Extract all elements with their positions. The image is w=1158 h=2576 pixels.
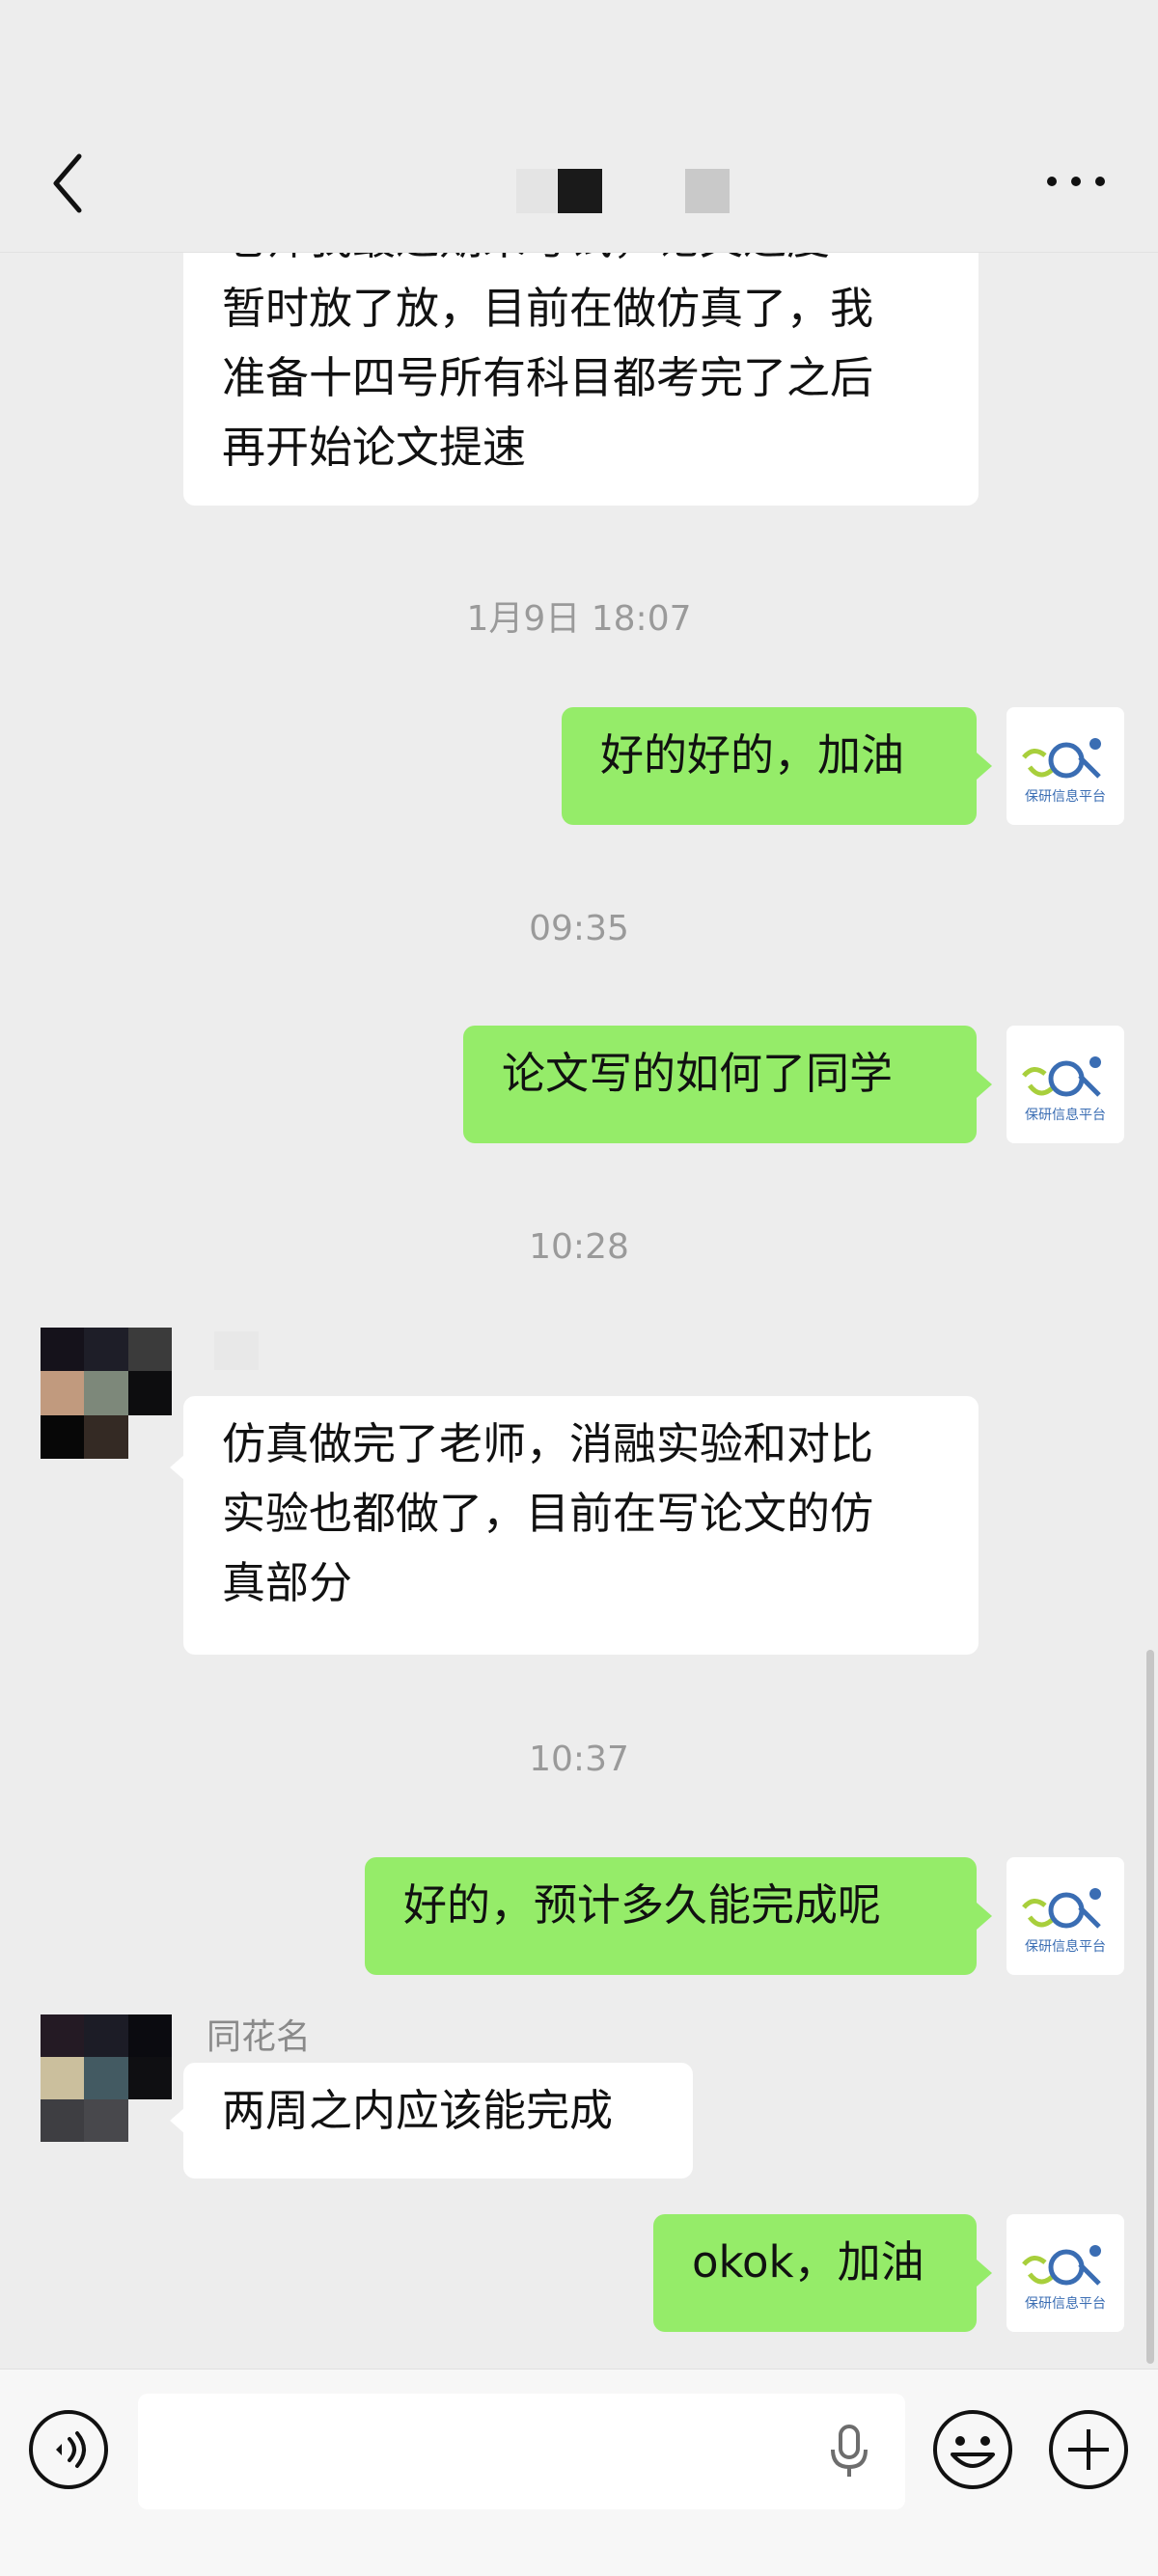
platform-logo-icon [1022, 738, 1101, 779]
timestamp: 09:35 [529, 909, 629, 948]
message-line: 真部分 [222, 1557, 353, 1608]
message-bubble-incoming[interactable]: 两周之内应该能完成 [170, 2063, 693, 2179]
message-line: 仿真做完了老师，消融实验和对比 [222, 1418, 874, 1469]
message-line: 准备十四号所有科目都考完了之后 [222, 352, 874, 403]
self-avatar[interactable]: 保研信息平台 [1006, 2214, 1124, 2332]
sender-name-redacted [214, 1331, 259, 1370]
platform-logo-icon [1022, 1888, 1101, 1929]
sender-name: 同花名 [207, 2017, 312, 2057]
self-avatar[interactable]: 保研信息平台 [1006, 1857, 1124, 1975]
timestamp: 10:28 [529, 1227, 629, 1267]
contact-avatar[interactable] [41, 1328, 172, 1459]
message-bubble-outgoing[interactable]: okok，加油 [653, 2214, 992, 2332]
message-line: 再开始论文提速 [222, 422, 527, 473]
chat-title-redacted [685, 169, 730, 213]
avatar-label: 保研信息平台 [1025, 2296, 1106, 2312]
back-chevron-icon[interactable] [39, 145, 96, 222]
more-dots-icon[interactable] [1042, 162, 1110, 201]
message-line: 好的好的，加油 [600, 729, 905, 781]
chat-header [0, 0, 1158, 253]
message-line: 论文写的如何了同学 [502, 1048, 894, 1099]
timestamp: 10:37 [529, 1740, 629, 1779]
avatar-label: 保研信息平台 [1025, 1108, 1106, 1123]
message-bubble-outgoing[interactable]: 论文写的如何了同学 [463, 1026, 992, 1143]
input-bar [0, 2369, 1158, 2576]
message-line: okok，加油 [692, 2236, 924, 2288]
plus-icon[interactable] [1047, 2408, 1130, 2491]
chat-scrollbar[interactable] [1146, 1650, 1154, 2364]
platform-logo-icon [1022, 1056, 1101, 1097]
message-bubble-outgoing[interactable]: 好的，预计多久能完成呢 [365, 1857, 992, 1975]
timestamp: 1月9日 18:07 [466, 599, 692, 639]
message-bubble-outgoing[interactable]: 好的好的，加油 [562, 707, 992, 825]
self-avatar[interactable]: 保研信息平台 [1006, 1026, 1124, 1143]
chat-title-redacted [516, 169, 557, 213]
voice-toggle-icon[interactable] [27, 2408, 110, 2491]
message-line: 实验也都做了，目前在写论文的仿 [222, 1488, 874, 1539]
platform-logo-icon [1022, 2245, 1101, 2286]
message-bubble-incoming[interactable]: 仿真做完了老师，消融实验和对比 实验也都做了，目前在写论文的仿 真部分 [170, 1396, 979, 1655]
avatar-label: 保研信息平台 [1025, 789, 1106, 805]
emoji-icon[interactable] [931, 2408, 1014, 2491]
message-line: 暂时放了放，目前在做仿真了，我 [222, 283, 874, 334]
microphone-icon[interactable] [825, 2423, 873, 2480]
avatar-label: 保研信息平台 [1025, 1939, 1106, 1955]
contact-avatar[interactable] [41, 2014, 172, 2142]
chat-title-redacted [558, 169, 602, 213]
message-line: 两周之内应该能完成 [222, 2085, 614, 2136]
self-avatar[interactable]: 保研信息平台 [1006, 707, 1124, 825]
message-input[interactable] [138, 2394, 905, 2509]
message-line: 好的，预计多久能完成呢 [403, 1879, 882, 1931]
